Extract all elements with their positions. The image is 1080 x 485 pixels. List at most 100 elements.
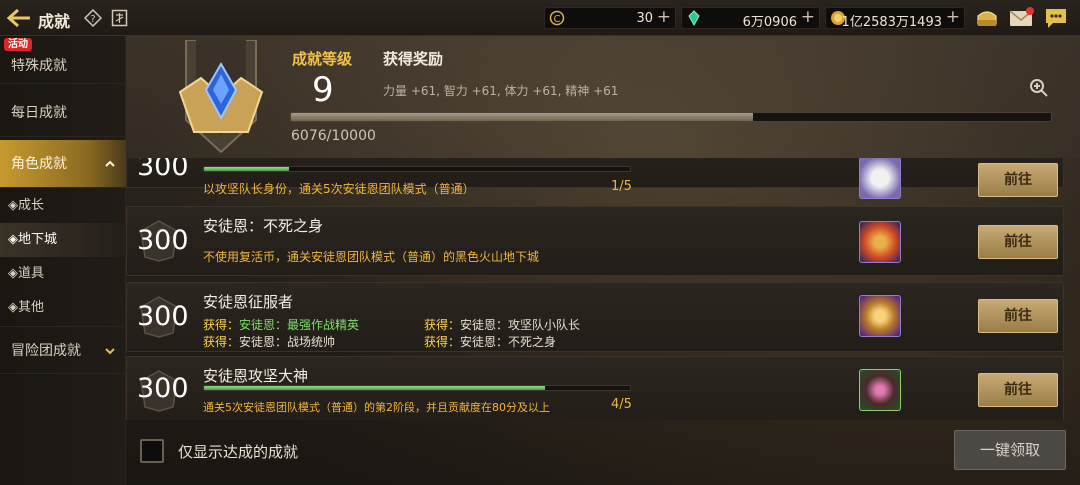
add-gem-button[interactable]: + [801,7,815,27]
sidebar-subitem-dungeon[interactable]: ◈地下城 [0,223,126,257]
achievement-points: 300 [137,301,189,332]
sidebar-subitem-label: 道具 [18,266,45,281]
achievement-progress-fill [204,167,290,171]
svg-text:?: ? [90,14,95,25]
coin-counter: C 30 + [544,7,676,29]
back-arrow-icon[interactable] [6,8,32,28]
sidebar-item-label: 特殊成就 [11,58,67,74]
achievement-progress: 1/5 [611,179,632,194]
achievement-card: 300 安徒恩征服者 获得：安徒恩：最强作战精英 获得：安徒恩：攻坚队小队长 获… [126,282,1064,352]
achievement-progress-bar [203,385,631,391]
sidebar-item-character[interactable]: 角色成就 [0,140,126,188]
sidebar-item-special[interactable]: 活动 特殊成就 [0,36,126,84]
xp-progress-bar [290,112,1052,122]
sidebar-item-daily[interactable]: 每日成就 [0,89,126,137]
coin-icon: C [549,10,565,26]
zoom-in-icon[interactable] [1029,78,1049,98]
go-button[interactable]: 前往 [978,299,1058,333]
achievement-card: 300 安徒恩：不死之身 不使用复活币，通关安徒恩团队模式（普通）的黑色火山地下… [126,206,1064,276]
go-button[interactable]: 前往 [978,373,1058,407]
diamond-bullet-icon: ◈ [8,198,18,213]
achievement-title: 安徒恩：不死之身 [203,217,324,235]
sidebar-subitem-label: 其他 [18,300,45,315]
reward-line: 获得：安徒恩：战场统帅 [203,333,335,350]
achievement-card: 300 安徒恩攻坚大神 通关5次安徒恩团队模式（普通）的第2阶段，并且贡献度在8… [126,356,1064,420]
sidebar: 活动 特殊成就 每日成就 角色成就 ◈成长 ◈地下城 ◈道具 ◈其他 冒险团成就 [0,36,126,485]
gold-counter: 1亿2583万1493 + [825,7,965,30]
sidebar-item-guild[interactable]: 冒险团成就 [0,326,126,374]
claim-all-button[interactable]: 一键领取 [954,430,1066,470]
reward-label: 获得奖励 [383,50,444,68]
top-bar: 成就 ? C 30 + 6万0906 + 1亿2583万1493 + [0,0,1080,36]
help-icon[interactable]: ? [84,9,102,27]
sidebar-item-label: 冒险团成就 [11,343,81,359]
diamond-bullet-icon: ◈ [8,266,18,281]
coin-value: 30 [636,11,653,26]
achievement-card: 300 以攻坚队长身份，通关5次安徒恩团队模式（普通） 1/5 前往 [126,158,1064,199]
achievement-title: 安徒恩攻坚大神 [203,367,309,385]
reward-label: 安徒恩： [239,318,288,332]
sidebar-subitem-items[interactable]: ◈道具 [0,257,126,291]
sidebar-item-label: 角色成就 [11,156,67,172]
reward-line: 获得：安徒恩：不死之身 [424,333,556,350]
sidebar-subitem-label: 地下城 [18,232,58,247]
reward-value: 不死之身 [508,335,557,349]
reward-label: 安徒恩： [239,335,288,349]
go-button[interactable]: 前往 [978,225,1058,259]
guide-book-icon[interactable] [111,9,128,27]
achievement-points: 300 [137,373,189,404]
sidebar-subitem-other[interactable]: ◈其他 [0,291,126,325]
reward-text: 力量 +61, 智力 +61, 体力 +61, 精神 +61 [383,84,619,98]
gem-value: 6万0906 [742,15,797,30]
achievement-desc: 通关5次安徒恩团队模式（普通）的第2阶段，并且贡献度在80分及以上 [203,401,550,414]
sidebar-item-label: 每日成就 [11,105,67,121]
gold-value: 1亿2583万1493 [841,15,942,30]
reward-item-icon[interactable] [859,158,901,199]
sidebar-subitem-growth[interactable]: ◈成长 [0,189,126,223]
reward-value: 攻坚队小队长 [508,318,581,332]
mail-icon[interactable] [1008,6,1034,30]
reward-prefix: 获得： [203,335,240,349]
go-button[interactable]: 前往 [978,163,1058,197]
reward-label: 安徒恩： [460,318,509,332]
diamond-bullet-icon: ◈ [8,232,18,247]
achievement-title: 安徒恩征服者 [203,293,294,311]
reward-item-icon[interactable] [859,295,901,337]
xp-progress-fill [291,113,753,121]
reward-value: 战场统帅 [287,335,336,349]
level-label: 成就等级 [292,50,353,68]
gem-counter: 6万0906 + [681,7,820,30]
chevron-down-icon [105,348,115,355]
xp-text: 6076/10000 [291,128,376,144]
reward-label: 安徒恩： [460,335,509,349]
reward-line: 获得：安徒恩：攻坚队小队长 [424,316,580,333]
reward-prefix: 获得： [203,318,240,332]
reward-item-icon[interactable] [859,221,901,263]
reward-prefix: 获得： [424,318,461,332]
add-coin-button[interactable]: + [657,7,671,27]
add-gold-button[interactable]: + [946,7,960,27]
diamond-bullet-icon: ◈ [8,300,18,315]
reward-value: 最强作战精英 [287,318,360,332]
achievement-progress-fill [204,386,545,390]
treasure-chest-icon[interactable] [974,6,1000,30]
reward-prefix: 获得： [424,335,461,349]
reward-line: 获得：安徒恩：最强作战精英 [203,316,359,333]
achievement-progress-bar [203,166,631,172]
achievement-points: 300 [137,158,189,182]
chevron-up-icon [105,160,115,167]
svg-text:C: C [554,14,561,25]
achievement-list[interactable]: 300 以攻坚队长身份，通关5次安徒恩团队模式（普通） 1/5 前往 300 安… [126,158,1080,420]
achievement-emblem-icon [178,40,264,154]
gem-icon [688,10,700,26]
sidebar-subitem-label: 成长 [18,198,45,213]
reward-item-icon[interactable] [859,369,901,411]
show-completed-checkbox[interactable] [140,439,164,463]
chat-icon[interactable] [1043,6,1069,30]
page-title: 成就 [38,12,71,31]
show-completed-label: 仅显示达成的成就 [178,443,299,461]
achievement-points: 300 [137,225,189,256]
achievement-desc: 以攻坚队长身份，通关5次安徒恩团队模式（普通） [203,182,475,196]
level-value: 9 [312,70,334,110]
achievement-desc: 不使用复活币，通关安徒恩团队模式（普通）的黑色火山地下城 [203,250,540,264]
